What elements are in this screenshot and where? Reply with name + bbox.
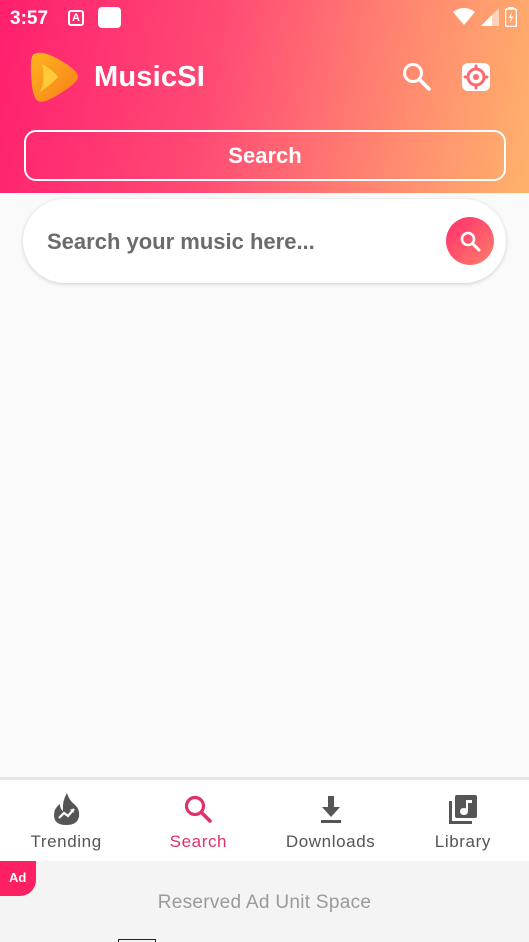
app-title: MusicSI bbox=[94, 61, 205, 93]
flame-trending-icon bbox=[54, 793, 80, 825]
nav-item-downloads[interactable]: Downloads bbox=[265, 780, 397, 861]
app-header: 3:57 A MusicSI Search bbox=[0, 0, 529, 193]
search-input[interactable] bbox=[47, 223, 427, 261]
search-icon bbox=[460, 231, 481, 252]
wifi-icon bbox=[453, 8, 475, 25]
nav-item-library[interactable]: Library bbox=[397, 780, 529, 861]
status-bar: 3:57 A bbox=[0, 0, 529, 36]
search-icon[interactable] bbox=[400, 60, 434, 94]
nav-item-search[interactable]: Search bbox=[132, 780, 264, 861]
settings-icon[interactable] bbox=[459, 59, 493, 95]
search-submit-button[interactable] bbox=[446, 217, 494, 265]
status-indicators bbox=[453, 7, 517, 27]
nav-label: Trending bbox=[30, 832, 102, 851]
download-icon bbox=[320, 796, 341, 823]
nav-label: Library bbox=[434, 832, 491, 851]
notification-a-icon: A bbox=[68, 10, 84, 26]
search-icon bbox=[185, 795, 213, 823]
ad-badge: Ad bbox=[0, 861, 36, 896]
battery-icon bbox=[505, 7, 517, 27]
nav-item-trending[interactable]: Trending bbox=[0, 780, 132, 861]
nav-label: Downloads bbox=[285, 832, 376, 851]
search-bar bbox=[23, 199, 506, 283]
status-time: 3:57 bbox=[10, 8, 49, 29]
cell-signal-icon bbox=[481, 8, 499, 26]
musicsi-logo-icon bbox=[30, 52, 78, 102]
page-title: Search bbox=[24, 130, 506, 181]
ad-banner[interactable]: Ad Reserved Ad Unit Space bbox=[0, 861, 529, 942]
notification-square-icon bbox=[98, 7, 121, 28]
library-music-icon bbox=[448, 795, 477, 824]
ad-placeholder-text: Reserved Ad Unit Space bbox=[157, 892, 372, 913]
bottom-navigation: Trending Search Downloads Library bbox=[0, 777, 529, 861]
nav-label: Search bbox=[169, 832, 228, 851]
